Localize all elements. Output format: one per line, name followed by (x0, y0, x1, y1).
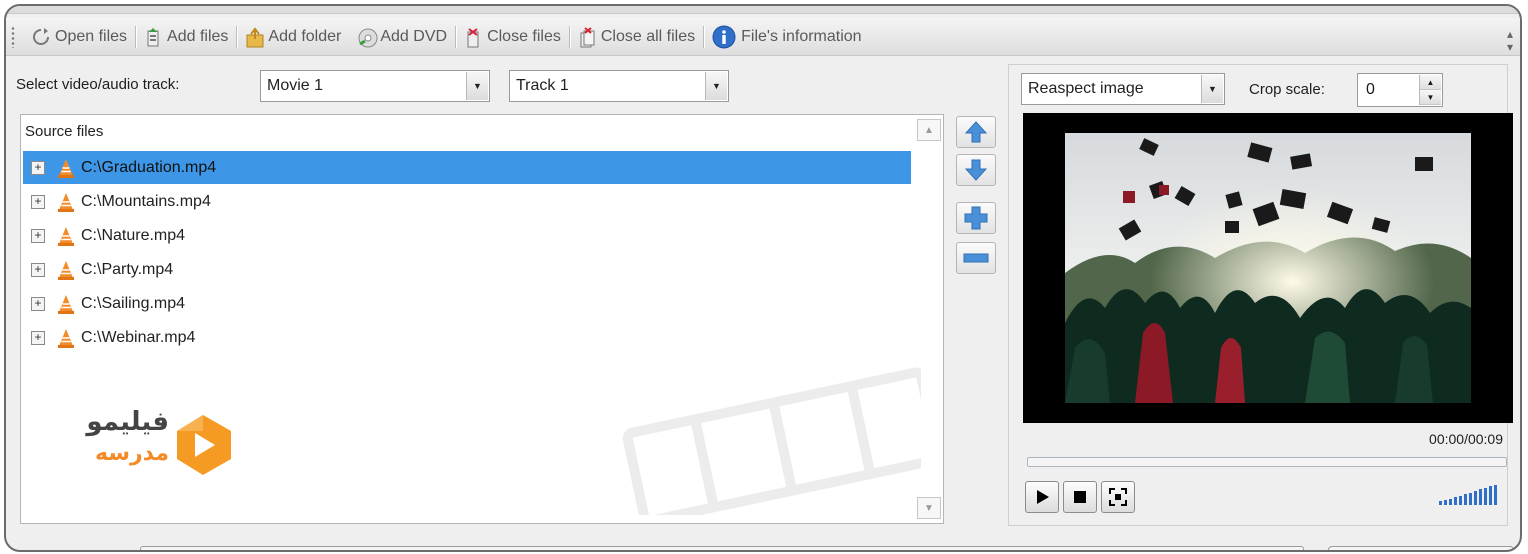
chevron-down-icon[interactable]: ▼ (1201, 75, 1223, 103)
expand-icon[interactable]: + (31, 262, 45, 277)
movie-select[interactable]: Movie 1 ▼ (260, 70, 490, 102)
add-button[interactable] (956, 202, 996, 234)
chevron-down-icon[interactable]: ▼ (466, 72, 488, 100)
close-files-icon (464, 27, 482, 47)
add-files-icon (144, 27, 162, 47)
open-files-icon (32, 27, 50, 47)
stop-icon (1074, 491, 1086, 503)
crop-scale-value: 0 (1366, 81, 1375, 98)
add-folder-icon (245, 26, 264, 47)
files-information-button[interactable]: File's information (704, 22, 869, 52)
file-name: C:\Party.mp4 (81, 260, 174, 278)
track-select[interactable]: Track 1 ▼ (509, 70, 729, 102)
info-icon (712, 25, 736, 49)
app-window: Open files Add files Add folder Add DVD (4, 4, 1522, 552)
seek-bar[interactable] (1027, 457, 1507, 467)
main-toolbar: Open files Add files Add folder Add DVD (6, 18, 1520, 56)
close-all-files-icon (578, 26, 596, 47)
spinner-buttons[interactable]: ▲ ▼ (1419, 75, 1441, 105)
list-item[interactable]: + C:\Mountains.mp4 (23, 185, 911, 218)
plus-icon (964, 206, 988, 230)
file-name: C:\Webinar.mp4 (81, 328, 196, 346)
vertical-scrollbar[interactable]: ▲ ▼ (917, 119, 941, 519)
track-select-label: Select video/audio track: (16, 76, 180, 93)
file-name: C:\Sailing.mp4 (81, 294, 186, 312)
expand-icon[interactable]: + (31, 296, 45, 311)
toolbar-grip[interactable] (10, 25, 16, 48)
vlc-cone-icon (58, 294, 74, 314)
chevron-down-icon[interactable]: ▼ (705, 72, 727, 100)
output-path-field[interactable] (140, 546, 1304, 550)
vlc-cone-icon (58, 192, 74, 212)
close-files-button[interactable]: Close files (456, 22, 569, 52)
expand-icon[interactable]: + (31, 160, 45, 175)
vlc-cone-icon (58, 260, 74, 280)
scroll-up-icon[interactable]: ▲ (917, 119, 941, 141)
preview-panel: Reaspect image ▼ Crop scale: 0 ▲ ▼ 00:00… (1008, 64, 1513, 526)
add-dvd-button[interactable]: Add DVD (349, 22, 455, 52)
source-files-list[interactable]: Source files + C:\Graduation.mp4 + C:\Mo… (20, 114, 944, 524)
aspect-mode-value: Reaspect image (1028, 80, 1144, 97)
crop-scale-label: Crop scale: (1249, 81, 1325, 98)
output-action-button[interactable] (1328, 546, 1514, 550)
toolbar-overflow-icon[interactable]: ▴ ▾ (1503, 28, 1517, 54)
list-item[interactable]: + C:\Graduation.mp4 (23, 151, 911, 184)
play-icon (1037, 490, 1049, 504)
film-strip-watermark (622, 367, 921, 515)
expand-icon[interactable]: + (31, 228, 45, 243)
source-files-header: Source files (25, 123, 104, 140)
move-down-button[interactable] (956, 154, 996, 186)
close-all-files-button[interactable]: Close all files (570, 22, 703, 52)
files-information-label: File's information (741, 27, 862, 45)
add-dvd-icon (357, 27, 378, 47)
spin-up-icon[interactable]: ▲ (1420, 75, 1441, 90)
time-display: 00:00/00:09 (1429, 431, 1503, 447)
add-files-button[interactable]: Add files (136, 22, 236, 52)
video-preview[interactable] (1023, 113, 1513, 423)
spin-down-icon[interactable]: ▼ (1420, 90, 1441, 105)
list-item[interactable]: + C:\Party.mp4 (23, 253, 911, 286)
movie-select-value: Movie 1 (267, 77, 324, 94)
close-files-label: Close files (487, 27, 561, 45)
expand-icon[interactable]: + (31, 330, 45, 345)
volume-icon[interactable] (1439, 483, 1501, 507)
stop-button[interactable] (1063, 481, 1097, 513)
open-files-label: Open files (55, 27, 128, 45)
arrow-down-icon (964, 159, 988, 181)
video-frame-image (1065, 133, 1471, 403)
file-name: C:\Mountains.mp4 (81, 192, 211, 210)
close-all-files-label: Close all files (600, 27, 696, 45)
logo-text-madrese: مدرسه (95, 441, 169, 466)
vlc-cone-icon (58, 328, 74, 348)
arrow-up-icon (964, 121, 988, 143)
fullscreen-button[interactable] (1101, 481, 1135, 513)
vlc-cone-icon (58, 226, 74, 246)
expand-icon[interactable]: + (31, 194, 45, 209)
window-top-strip (6, 6, 1520, 14)
add-dvd-label: Add DVD (380, 27, 448, 45)
list-item[interactable]: + C:\Sailing.mp4 (23, 287, 911, 320)
file-name: C:\Graduation.mp4 (81, 158, 217, 176)
list-item[interactable]: + C:\Webinar.mp4 (23, 321, 911, 354)
add-folder-button[interactable]: Add folder (237, 22, 349, 52)
minus-icon (963, 253, 989, 263)
file-name: C:\Nature.mp4 (81, 226, 186, 244)
aspect-mode-select[interactable]: Reaspect image ▼ (1021, 73, 1225, 105)
add-files-label: Add files (167, 27, 229, 45)
list-item[interactable]: + C:\Nature.mp4 (23, 219, 911, 252)
crop-scale-spinner[interactable]: 0 ▲ ▼ (1357, 73, 1443, 107)
vlc-cone-icon (58, 158, 74, 178)
track-select-value: Track 1 (516, 77, 569, 94)
logo-play-icon (177, 415, 231, 475)
logo-text-filimo: فیلیمو (86, 407, 169, 437)
move-up-button[interactable] (956, 116, 996, 148)
play-button[interactable] (1025, 481, 1059, 513)
add-folder-label: Add folder (268, 27, 342, 45)
open-files-button[interactable]: Open files (24, 22, 135, 52)
filimo-madrese-logo: فیلیمو مدرسه (45, 407, 245, 487)
scroll-down-icon[interactable]: ▼ (917, 497, 941, 519)
remove-button[interactable] (956, 242, 996, 274)
fullscreen-icon (1109, 488, 1127, 506)
